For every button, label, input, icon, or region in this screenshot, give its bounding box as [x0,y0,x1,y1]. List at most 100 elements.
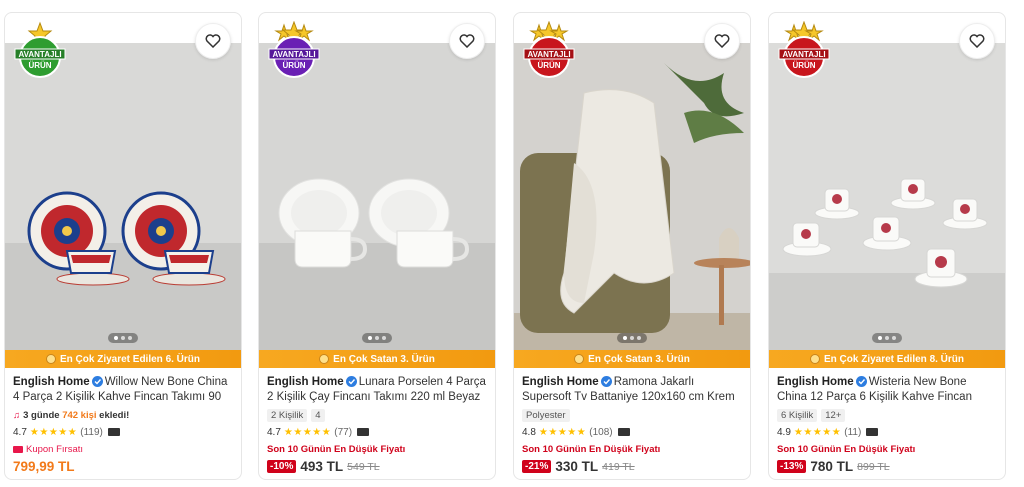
old-price: 899 TL [857,460,890,473]
heart-icon [969,34,985,48]
medal-icon [45,354,56,364]
verified-icon [600,376,612,387]
star-rating-icon: ★★★★★ [29,426,78,438]
brand-name[interactable]: English Home [13,376,90,388]
svg-text:AVANTAJLI: AVANTAJLI [18,50,61,59]
image-carousel-dots[interactable] [362,333,392,343]
svg-text:ÜRÜN: ÜRÜN [537,61,560,70]
attribute-tag: 4 [311,408,325,422]
basket-added-info: ♫ 3 günde 742 kişi ekledi! [13,409,130,421]
medal-icon [809,354,820,364]
coupon-icon [13,445,23,453]
product-photo-cups [5,43,241,351]
product-photo-blanket [514,43,750,351]
review-count: (77) [334,426,353,438]
product-title[interactable]: English Home Ramona Jakarlı Supersoft Tv … [522,375,744,405]
product-image[interactable] [514,43,750,351]
ranking-banner: En Çok Satan 3. Ürün [514,350,750,368]
medal-icon [574,354,585,364]
review-count: (11) [844,426,862,438]
star-rating-icon: ★★★★★ [538,426,587,438]
discount-badge: -21% [522,460,552,473]
price: 493 TL [300,459,344,474]
favorite-button[interactable] [449,23,485,59]
old-price: 549 TL [347,460,380,473]
heart-icon [459,34,475,48]
heart-icon [205,34,221,48]
product-card[interactable]: AVANTAJLI ÜRÜN En Çok Ziyaret Edilen 8. … [768,12,1006,480]
rating-row[interactable]: 4.7 ★★★★★ (119) [13,425,235,439]
product-title[interactable]: English Home Wisteria New Bone China 12 P… [777,375,999,405]
rating-value: 4.8 [522,426,536,438]
product-card[interactable]: AVANTAJLI ÜRÜN En Çok Satan 3. Ürün Engl… [513,12,751,480]
old-price: 419 TL [602,460,635,473]
attribute-tag: Polyester [522,408,570,422]
svg-text:ÜRÜN: ÜRÜN [792,61,815,70]
rating-value: 4.9 [777,426,791,438]
advantage-product-badge: AVANTAJLI ÜRÜN [13,21,67,79]
favorite-button[interactable] [195,23,231,59]
svg-text:AVANTAJLI: AVANTAJLI [272,50,315,59]
image-carousel-dots[interactable] [108,333,138,343]
medal-icon [319,354,330,364]
rating-row[interactable]: 4.8 ★★★★★ (108) [522,425,744,439]
guitar-icon: ♫ [13,409,21,421]
attribute-tags: 6 Kişilik 12+ [777,408,999,422]
rating-value: 4.7 [267,426,281,438]
heart-icon [714,34,730,48]
product-card[interactable]: AVANTAJLI ÜRÜN En Çok Ziyaret Edilen 6. … [4,12,242,480]
product-image[interactable] [5,43,241,351]
camera-icon [617,428,630,436]
camera-icon [107,428,120,436]
discount-badge: -13% [777,460,807,473]
svg-text:ÜRÜN: ÜRÜN [282,61,305,70]
discount-badge: -10% [267,460,297,473]
verified-icon [855,376,867,387]
product-title[interactable]: English Home Willow New Bone China 4 Parç… [13,375,235,405]
lowest-price-label: Son 10 Günün En Düşük Fiyatı [777,443,916,455]
attribute-tags: 2 Kişilik 4 [267,408,489,422]
ranking-banner: En Çok Ziyaret Edilen 6. Ürün [5,350,241,368]
brand-name[interactable]: English Home [777,376,854,388]
attribute-tags: Polyester [522,408,744,422]
rating-row[interactable]: 4.7 ★★★★★ (77) [267,425,489,439]
lowest-price-label: Son 10 Günün En Düşük Fiyatı [267,443,406,455]
attribute-tag: 6 Kişilik [777,408,818,422]
product-image[interactable] [259,43,495,351]
product-card[interactable]: AVANTAJLI ÜRÜN En Çok Satan 3. Ürün Engl… [258,12,496,480]
brand-name[interactable]: English Home [522,376,599,388]
image-carousel-dots[interactable] [617,333,647,343]
favorite-button[interactable] [704,23,740,59]
ranking-banner: En Çok Ziyaret Edilen 8. Ürün [769,350,1005,368]
camera-icon [357,428,370,436]
camera-icon [866,428,879,436]
product-image[interactable] [769,43,1005,351]
rating-value: 4.7 [13,426,27,438]
star-rating-icon: ★★★★★ [283,426,332,438]
price: 780 TL [810,459,854,474]
attribute-tag: 12+ [821,408,846,422]
coupon-label: Kupon Fırsatı [13,442,235,456]
product-photo-cups [769,43,1005,351]
lowest-price-label: Son 10 Günün En Düşük Fiyatı [522,443,661,455]
verified-icon [345,376,357,387]
svg-text:ÜRÜN: ÜRÜN [28,61,51,70]
advantage-product-badge: AVANTAJLI ÜRÜN [777,20,831,79]
ranking-banner: En Çok Satan 3. Ürün [259,350,495,368]
svg-text:AVANTAJLI: AVANTAJLI [782,50,825,59]
image-carousel-dots[interactable] [872,333,902,343]
advantage-product-badge: AVANTAJLI ÜRÜN [267,20,321,79]
product-title[interactable]: English Home Lunara Porselen 4 Parça 2 Ki… [267,375,489,405]
advantage-product-badge: AVANTAJLI ÜRÜN [522,20,576,79]
price: 330 TL [555,459,599,474]
attribute-tag: 2 Kişilik [267,408,308,422]
price: 799,99 TL [13,459,75,474]
favorite-button[interactable] [959,23,995,59]
svg-text:AVANTAJLI: AVANTAJLI [527,50,570,59]
star-rating-icon: ★★★★★ [793,426,842,438]
brand-name[interactable]: English Home [267,376,344,388]
review-count: (108) [589,426,613,438]
review-count: (119) [80,426,103,438]
product-photo-cups [259,43,495,351]
rating-row[interactable]: 4.9 ★★★★★ (11) [777,425,999,439]
